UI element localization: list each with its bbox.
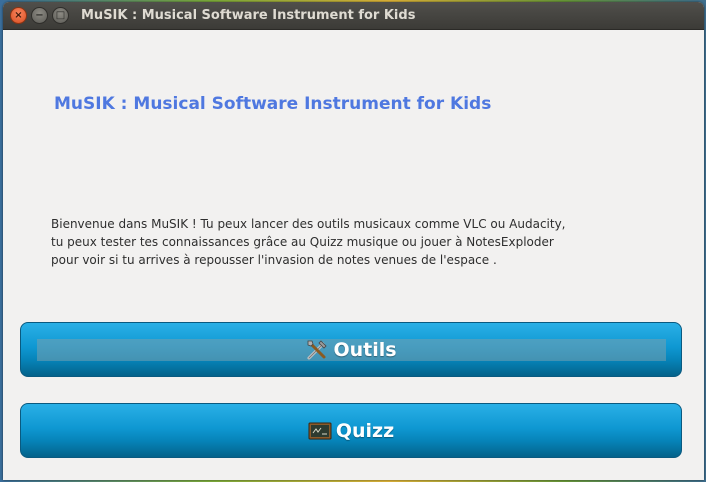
window-title: MuSIK : Musical Software Instrument for … (81, 8, 416, 23)
outils-button[interactable]: Outils (20, 322, 682, 377)
window-titlebar[interactable]: × − □ MuSIK : Musical Software Instrumen… (3, 2, 704, 30)
intro-line: tu peux tester tes connaissances grâce a… (51, 235, 554, 249)
minimize-icon: − (35, 10, 44, 21)
close-window-button[interactable]: × (10, 7, 27, 24)
maximize-window-button[interactable]: □ (52, 7, 69, 24)
close-icon: × (14, 10, 23, 21)
chalkboard-icon (308, 422, 332, 439)
intro-line: Bienvenue dans MuSIK ! Tu peux lancer de… (51, 217, 566, 231)
quizz-button-label: Quizz (335, 419, 395, 442)
intro-text: Bienvenue dans MuSIK ! Tu peux lancer de… (51, 215, 611, 269)
tools-icon (307, 339, 328, 359)
page-title: MuSIK : Musical Software Instrument for … (54, 94, 492, 114)
minimize-window-button[interactable]: − (31, 7, 48, 24)
intro-line: pour voir si tu arrives à repousser l'in… (51, 253, 497, 267)
quizz-button[interactable]: Quizz (20, 403, 682, 458)
outils-button-label: Outils (333, 338, 397, 361)
maximize-icon: □ (55, 10, 66, 21)
